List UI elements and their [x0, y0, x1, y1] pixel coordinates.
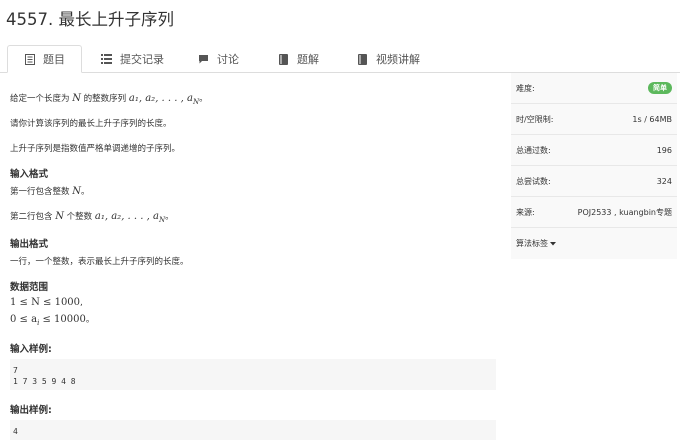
- math-range: 1 ≤ N ≤ 1000: [10, 297, 81, 308]
- input-format-heading: 输入格式: [10, 169, 49, 180]
- caret-down-icon: [550, 239, 556, 248]
- sample-output-heading: 输出样例:: [10, 405, 52, 416]
- input-format-line-2: 第二行包含 N 个整数 a₁, a₂, . . . , aN。: [10, 210, 174, 224]
- math-sequence: a₁, a₂, . . . , aN: [128, 93, 200, 106]
- input-format-line-1: 第一行包含整数 N。: [10, 185, 89, 197]
- statement-line-1: 给定一个长度为 N 的整数序列 a₁, a₂, . . . , aN。: [10, 92, 208, 106]
- accepted-row: 总通过数: 196: [511, 135, 677, 166]
- statement-text: 给定一个长度为: [10, 94, 70, 104]
- document-icon: [24, 53, 35, 65]
- statement-line-2: 请你计算该序列的最长上升子序列的长度。: [10, 119, 172, 129]
- range-line-2: 0 ≤ ai ≤ 10000。: [10, 313, 94, 327]
- code-line: 7: [13, 366, 18, 375]
- page-title: 4557. 最长上升子序列: [6, 10, 174, 29]
- tab-solutions[interactable]: 题解: [278, 45, 319, 73]
- input-text: 第二行包含: [10, 212, 53, 222]
- algorithm-tags-toggle[interactable]: 算法标签: [511, 228, 677, 259]
- sample-input-heading: 输入样例:: [10, 344, 52, 355]
- sample-output-box: 4: [10, 420, 496, 440]
- tab-submissions[interactable]: 提交记录: [101, 45, 164, 73]
- code-line: 1 7 3 5 9 4 8: [13, 377, 76, 386]
- tags-label: 算法标签: [516, 239, 548, 248]
- book-icon: [357, 53, 368, 65]
- source-label: 来源:: [516, 207, 535, 217]
- tab-problem[interactable]: 题目: [7, 45, 82, 73]
- output-format-line-1: 一行，一个整数，表示最长上升子序列的长度。: [10, 257, 189, 267]
- range-text: ,: [80, 298, 83, 308]
- math-sequence: a₁, a₂, . . . , aN: [94, 211, 166, 224]
- source-value[interactable]: POJ2533 , kuangbin专题: [578, 207, 672, 218]
- comment-icon: [198, 54, 209, 65]
- math-range: 0 ≤ ai ≤ 10000: [10, 314, 86, 327]
- limit-label: 时/空限制:: [516, 114, 554, 124]
- accepted-label: 总通过数:: [516, 145, 551, 155]
- difficulty-badge: 简单: [648, 82, 672, 94]
- math-var: N: [72, 93, 81, 104]
- tab-label: 题解: [297, 53, 319, 66]
- tab-video-explanation[interactable]: 视频讲解: [357, 45, 420, 73]
- statement-line-3: 上升子序列是指数值严格单调递增的子序列。: [10, 144, 181, 154]
- tab-label: 题目: [43, 53, 65, 66]
- difficulty-row: 难度: 简单: [511, 73, 677, 104]
- statement-text: 。: [199, 94, 208, 104]
- input-text: 个整数: [66, 212, 93, 222]
- problem-page: 4557. 最长上升子序列 题目 提交记录 讨论 题解 视频讲解 给定一个长度为…: [0, 0, 680, 446]
- difficulty-label: 难度:: [516, 83, 535, 93]
- limit-row: 时/空限制: 1s / 64MB: [511, 104, 677, 135]
- limit-value: 1s / 64MB: [632, 114, 672, 124]
- sample-input-box: 7 1 7 3 5 9 4 8: [10, 359, 496, 390]
- problem-info-panel: 难度: 简单 时/空限制: 1s / 64MB 总通过数: 196 总尝试数: …: [511, 73, 677, 259]
- input-text: 第一行包含整数: [10, 187, 70, 197]
- tab-label: 讨论: [217, 53, 239, 66]
- math-var: N: [55, 211, 64, 222]
- list-icon: [101, 54, 112, 65]
- math-var: N: [72, 186, 81, 197]
- output-format-heading: 输出格式: [10, 239, 49, 250]
- tab-label: 视频讲解: [376, 53, 420, 66]
- input-text: 。: [80, 187, 90, 197]
- source-row: 来源: POJ2533 , kuangbin专题: [511, 197, 677, 228]
- accepted-value: 196: [656, 145, 672, 155]
- attempts-row: 总尝试数: 324: [511, 166, 677, 197]
- tab-discussion[interactable]: 讨论: [198, 45, 239, 73]
- range-text: 。: [85, 315, 95, 325]
- tab-label: 提交记录: [120, 53, 164, 66]
- input-text: 。: [165, 212, 174, 222]
- code-line: 4: [13, 427, 18, 436]
- attempts-value: 324: [656, 176, 672, 186]
- book-icon: [278, 53, 289, 65]
- attempts-label: 总尝试数:: [516, 176, 551, 186]
- range-heading: 数据范围: [10, 282, 49, 293]
- statement-text: 的整数序列: [83, 94, 127, 104]
- range-line-1: 1 ≤ N ≤ 1000,: [10, 297, 83, 308]
